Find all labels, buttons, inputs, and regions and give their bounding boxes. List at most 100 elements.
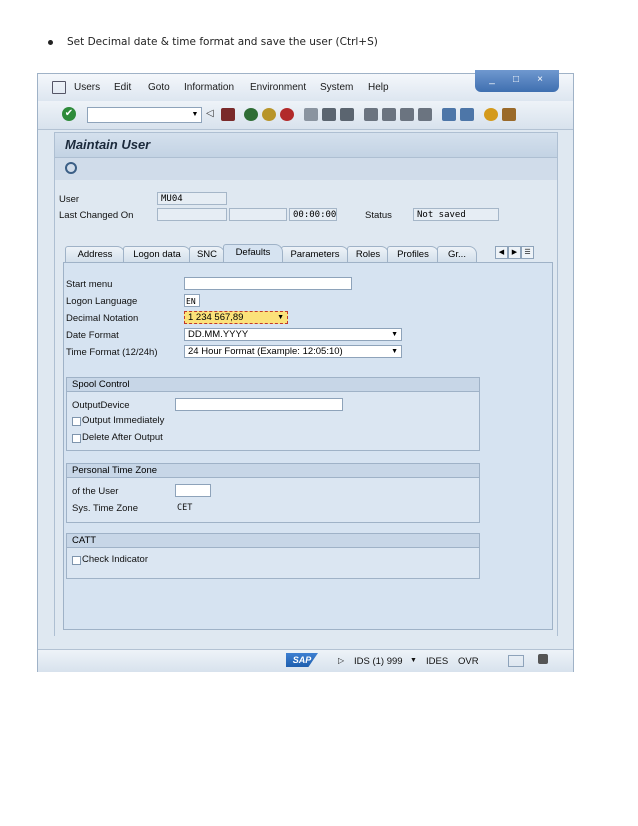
menu-environment[interactable]: Environment [250,82,306,93]
spool-control-title: Spool Control [67,378,479,392]
catt-group: CATT Check Indicator [66,533,480,579]
command-field-dropdown[interactable]: ▼ [189,107,202,123]
chevron-down-icon: ▼ [391,331,398,338]
status-expand-icon[interactable]: ▷ [338,656,344,665]
chevron-down-icon: ▼ [391,348,398,355]
next-page-icon[interactable] [400,108,414,121]
server-info: IDES [426,656,449,667]
date-format-value: DD.MM.YYYY [188,329,249,340]
new-session-icon[interactable] [442,108,456,121]
of-the-user-label: of the User [72,486,119,497]
system-dropdown-icon[interactable]: ▼ [410,657,417,664]
sys-time-zone-label: Sys. Time Zone [72,503,138,514]
status-label: Status [365,210,392,221]
lock-icon[interactable] [538,654,548,664]
sys-time-zone-value: CET [177,503,193,513]
logon-language-input[interactable]: EN [184,294,200,307]
tab-scroll-right-icon[interactable]: ▶ [508,246,521,259]
tab-strip: Address Logon data SNC Defaults Paramete… [65,244,553,262]
last-changed-by [157,208,227,221]
output-device-label: OutputDevice [72,400,130,411]
date-format-label: Date Format [66,330,119,341]
decimal-notation-label: Decimal Notation [66,313,139,324]
menu-system[interactable]: System [320,82,353,93]
find-next-icon[interactable] [340,108,354,121]
time-format-label: Time Format (12/24h) [66,347,158,358]
status-bar: SAP ▷ IDS (1) 999 ▼ IDES OVR [38,649,573,672]
sap-logo: SAP [286,653,318,667]
output-immediately-label: Output Immediately [82,415,165,426]
defaults-tab-panel: Start menu Logon Language EN Decimal Not… [63,262,553,630]
check-indicator-checkbox[interactable] [72,556,81,565]
date-format-dropdown[interactable]: DD.MM.YYYY ▼ [184,328,402,341]
menu-bar: Users Edit Goto Information Environment … [38,70,573,102]
title-bar: Maintain User [54,132,558,158]
find-icon[interactable] [322,108,336,121]
command-field[interactable] [87,107,191,123]
tab-profiles[interactable]: Profiles [387,246,439,262]
tab-parameters[interactable]: Parameters [281,246,349,262]
last-changed-time: 00:00:00 [289,208,337,221]
instruction-bullet: Set Decimal date & time format and save … [48,36,378,48]
check-indicator-label: Check Indicator [82,554,149,565]
input-mode[interactable]: OVR [458,656,479,667]
menu-help[interactable]: Help [368,82,389,93]
status-value: Not saved [413,208,499,221]
page-title: Maintain User [65,137,151,152]
start-menu-input[interactable] [184,277,352,290]
back-icon[interactable] [244,108,258,121]
instruction-text: Set Decimal date & time format and save … [67,36,378,48]
where-used-icon[interactable] [65,162,77,174]
system-info[interactable]: IDS (1) 999 [354,656,403,667]
output-immediately-checkbox[interactable] [72,417,81,426]
menu-exit-icon[interactable] [52,81,66,94]
maximize-button[interactable]: □ [507,74,525,86]
previous-page-icon[interactable] [382,108,396,121]
content-area: User MU04 Last Changed On 00:00:00 Statu… [54,180,558,636]
tab-scroll-left-icon[interactable]: ◀ [495,246,508,259]
tab-snc[interactable]: SNC [189,246,225,262]
close-button[interactable]: × [531,74,549,86]
last-changed-date [229,208,287,221]
decimal-notation-value: 1 234 567,89 [188,312,244,323]
of-the-user-input[interactable] [175,484,211,497]
tab-roles[interactable]: Roles [347,246,389,262]
tab-defaults[interactable]: Defaults [223,244,283,262]
print-icon[interactable] [304,108,318,121]
last-page-icon[interactable] [418,108,432,121]
tab-logon-data[interactable]: Logon data [123,246,191,262]
user-value: MU04 [157,192,227,205]
delete-after-output-checkbox[interactable] [72,434,81,443]
shortcut-icon[interactable] [460,108,474,121]
tab-address[interactable]: Address [65,246,125,262]
minimize-button[interactable]: _ [483,74,501,86]
menu-goto[interactable]: Goto [148,82,170,93]
tab-list-icon[interactable]: ☰ [521,246,534,259]
bullet-icon [48,39,53,45]
standard-toolbar: ✔ ▼ ◁ [38,101,573,130]
exit-icon[interactable] [262,108,276,121]
last-changed-label: Last Changed On [59,210,134,221]
back-arrow-icon[interactable]: ◁ [206,108,214,119]
tab-more[interactable]: Gr... [437,246,477,262]
help-icon[interactable] [484,108,498,121]
chevron-down-icon: ▼ [277,314,284,321]
application-toolbar [54,158,558,181]
personal-time-zone-group: Personal Time Zone of the User Sys. Time… [66,463,480,523]
connection-icon [508,655,524,667]
layout-menu-icon[interactable] [502,108,516,121]
menu-information[interactable]: Information [184,82,234,93]
decimal-notation-dropdown[interactable]: 1 234 567,89 ▼ [184,311,288,324]
logon-language-label: Logon Language [66,296,138,307]
user-label: User [59,194,80,205]
time-format-dropdown[interactable]: 24 Hour Format (Example: 12:05:10) ▼ [184,345,402,358]
menu-users[interactable]: Users [74,82,100,93]
save-icon[interactable] [221,108,235,121]
time-format-value: 24 Hour Format (Example: 12:05:10) [188,346,343,357]
menu-edit[interactable]: Edit [114,82,131,93]
enter-checkmark-icon[interactable]: ✔ [62,107,76,121]
cancel-icon[interactable] [280,108,294,121]
first-page-icon[interactable] [364,108,378,121]
window-controls: _ □ × [475,70,559,92]
output-device-input[interactable] [175,398,343,411]
